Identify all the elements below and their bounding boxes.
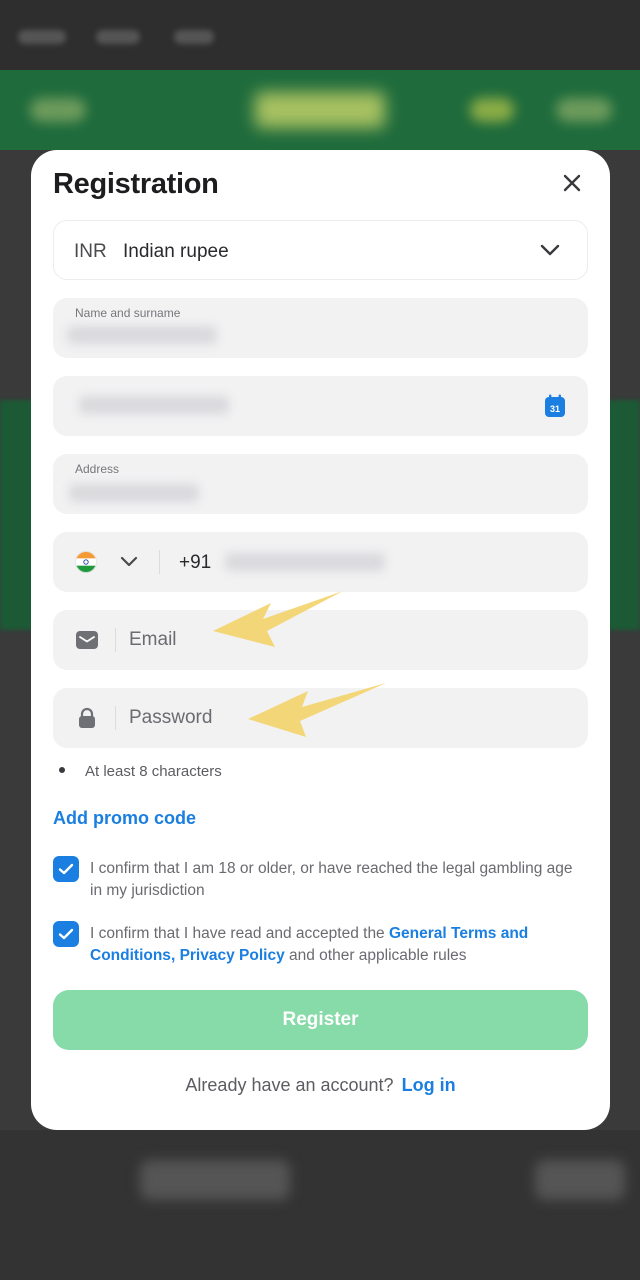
hint-bullet bbox=[59, 767, 65, 774]
phone-value-redacted bbox=[225, 553, 385, 571]
background-lower bbox=[0, 1130, 640, 1280]
registration-modal: Registration INR Indian rupee Name and s… bbox=[31, 150, 610, 1130]
birth-date-field[interactable]: 31 bbox=[53, 376, 588, 436]
currency-name: Indian rupee bbox=[123, 241, 229, 262]
password-divider bbox=[115, 706, 116, 730]
name-value-redacted bbox=[67, 326, 217, 344]
name-field[interactable]: Name and surname bbox=[53, 298, 588, 358]
calendar-icon[interactable]: 31 bbox=[544, 394, 566, 418]
password-hint: At least 8 characters bbox=[59, 763, 222, 780]
india-flag-icon[interactable] bbox=[75, 551, 97, 573]
address-field-label: Address bbox=[75, 462, 120, 476]
background-logo bbox=[255, 92, 385, 128]
privacy-policy-link[interactable]: Privacy Policy bbox=[180, 947, 285, 964]
country-chevron-icon[interactable] bbox=[119, 554, 139, 570]
close-icon bbox=[563, 174, 581, 192]
terms-confirm-text: I confirm that I have read and accepted … bbox=[90, 925, 529, 964]
terms-confirm-checkbox[interactable] bbox=[53, 921, 79, 947]
have-account-text: Already have an account? bbox=[185, 1075, 394, 1095]
terms-separator: , bbox=[170, 947, 180, 964]
check-icon bbox=[58, 928, 74, 940]
add-promo-code-link[interactable]: Add promo code bbox=[53, 808, 196, 829]
login-prompt: Already have an account? Log in bbox=[31, 1075, 610, 1096]
password-input[interactable] bbox=[129, 698, 569, 738]
background-topbar bbox=[0, 0, 640, 70]
phone-country-code: +91 bbox=[179, 552, 212, 573]
background-header bbox=[0, 70, 640, 150]
lock-icon bbox=[79, 707, 95, 728]
name-field-label: Name and surname bbox=[75, 306, 181, 320]
currency-select[interactable]: INR Indian rupee bbox=[53, 220, 588, 280]
login-link[interactable]: Log in bbox=[402, 1075, 456, 1095]
address-value-redacted bbox=[69, 484, 199, 502]
email-input[interactable] bbox=[129, 620, 569, 660]
calendar-day: 31 bbox=[550, 404, 560, 414]
modal-title: Registration bbox=[53, 168, 219, 200]
age-confirm-text: I confirm that I am 18 or older, or have… bbox=[90, 860, 573, 899]
check-icon bbox=[58, 863, 74, 875]
phone-field[interactable]: +91 bbox=[53, 532, 588, 592]
email-field[interactable] bbox=[53, 610, 588, 670]
register-button[interactable]: Register bbox=[53, 990, 588, 1050]
mail-icon bbox=[76, 631, 98, 649]
phone-divider bbox=[159, 550, 160, 574]
password-field[interactable] bbox=[53, 688, 588, 748]
email-divider bbox=[115, 628, 116, 652]
date-value-redacted bbox=[79, 396, 229, 414]
age-confirm-checkbox[interactable] bbox=[53, 856, 79, 882]
chevron-down-icon bbox=[540, 244, 560, 256]
password-hint-text: At least 8 characters bbox=[85, 763, 222, 780]
close-button[interactable] bbox=[557, 168, 587, 198]
currency-code: INR bbox=[74, 241, 107, 262]
address-field[interactable]: Address bbox=[53, 454, 588, 514]
